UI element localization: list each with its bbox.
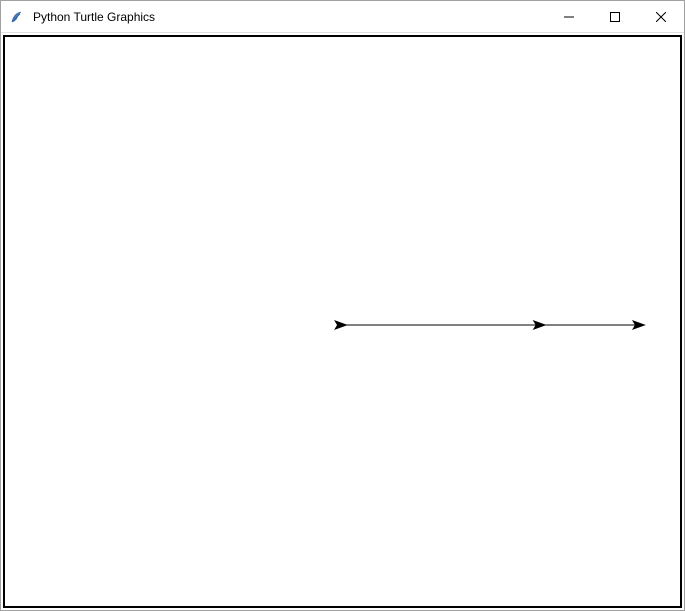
minimize-button[interactable] [546, 1, 592, 32]
maximize-button[interactable] [592, 1, 638, 32]
titlebar[interactable]: Python Turtle Graphics [1, 1, 684, 33]
turtle-cursor-icon [334, 320, 348, 330]
close-button[interactable] [638, 1, 684, 32]
turtle-drawing [5, 37, 680, 606]
minimize-icon [564, 12, 574, 22]
turtle-canvas [3, 35, 682, 608]
window-controls [546, 1, 684, 32]
window-title: Python Turtle Graphics [33, 10, 155, 24]
maximize-icon [610, 12, 620, 22]
feather-icon [9, 9, 25, 25]
close-icon [656, 12, 666, 22]
titlebar-left: Python Turtle Graphics [1, 9, 155, 25]
app-window: Python Turtle Graphics [0, 0, 685, 611]
